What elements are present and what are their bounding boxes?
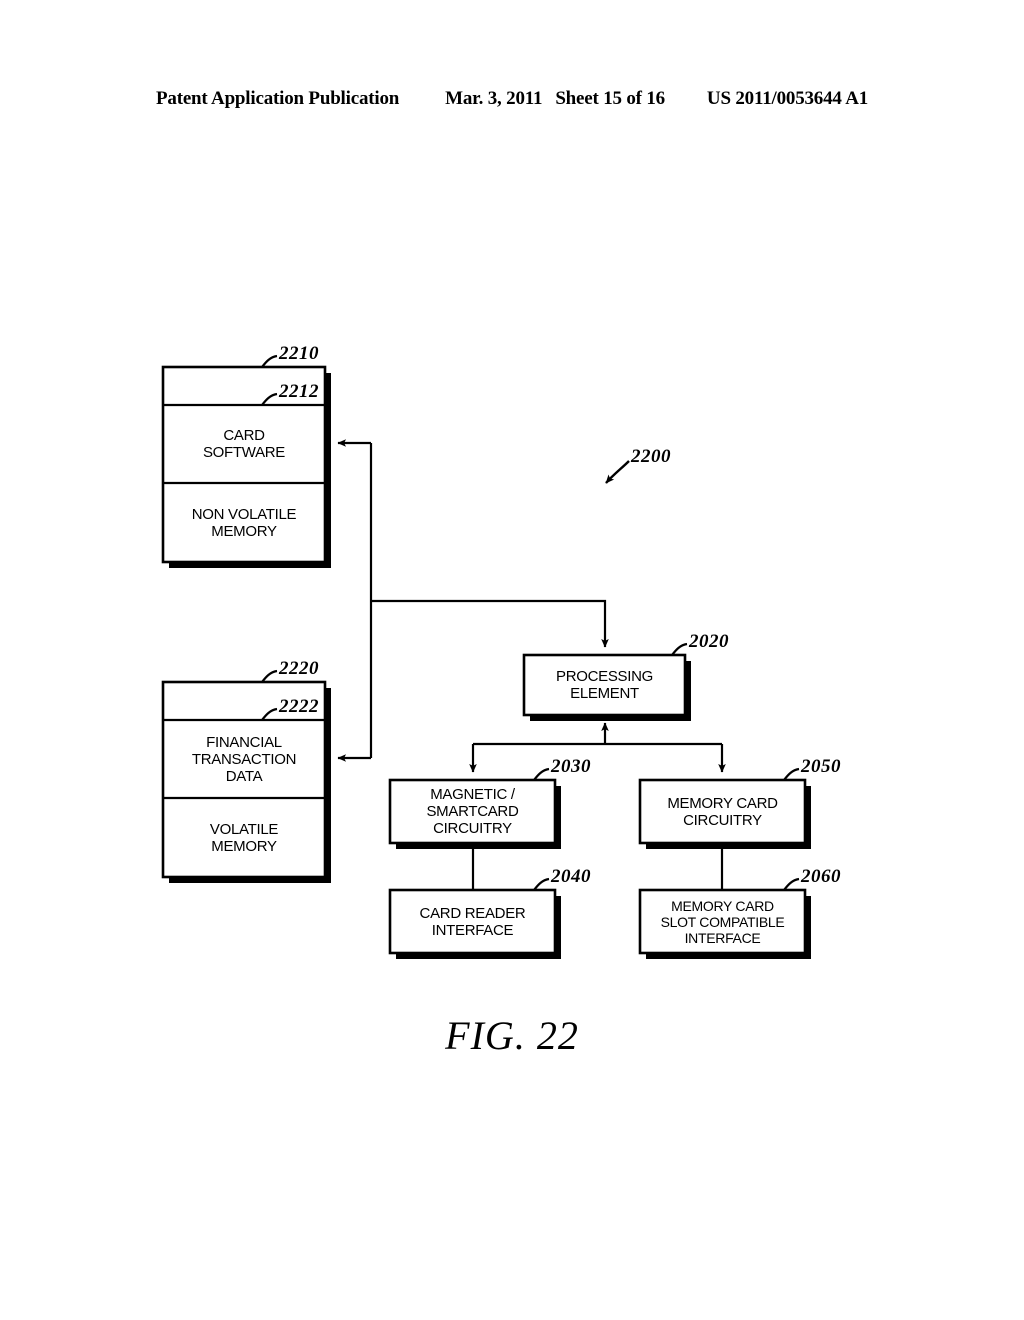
magnetic-smartcard-circuitry-box [388,778,561,849]
card-reader-interface-box [388,888,561,959]
nonvolatile-memory-unit-box [161,365,331,568]
processing-element-box [522,653,691,721]
circuitry-interface-connectors [471,849,724,890]
memory-card-slot-interface-box [638,888,811,959]
patent-figure-22 [0,0,1024,1320]
processing-element-fanout-connector [469,722,726,773]
memory-card-circuitry-box [638,778,811,849]
system-reference-arrow [605,460,630,484]
volatile-memory-unit-box [161,680,331,883]
figure-caption: FIG. 22 [445,1013,579,1058]
